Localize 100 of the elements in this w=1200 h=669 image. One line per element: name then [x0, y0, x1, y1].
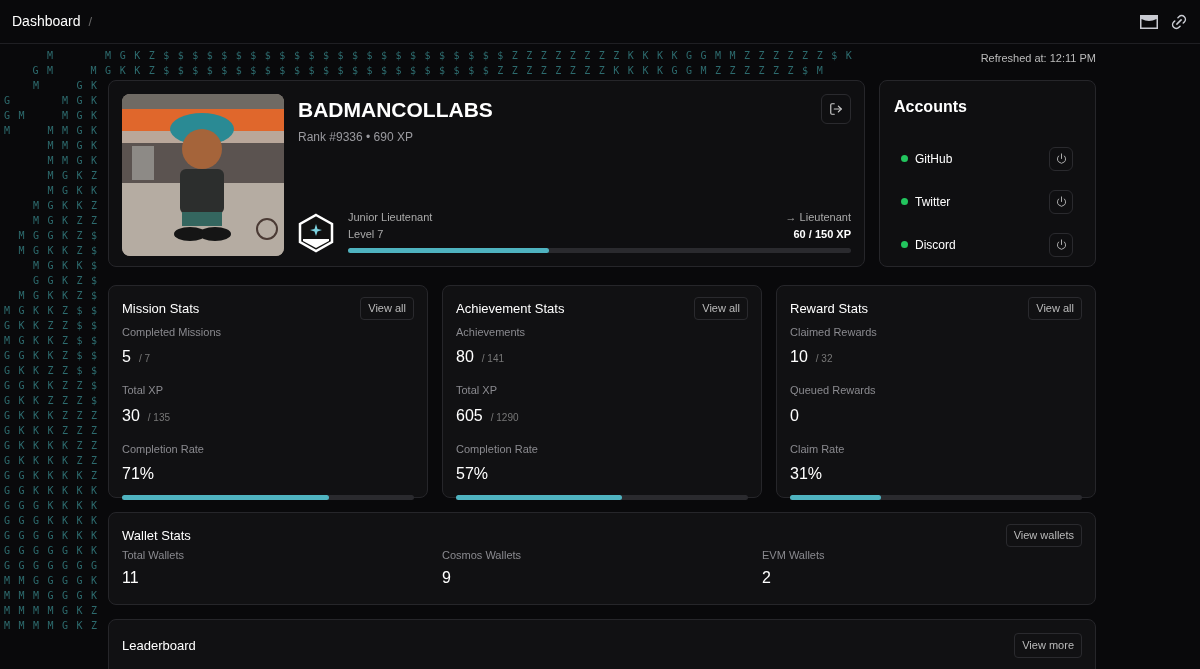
power-icon — [1055, 239, 1067, 250]
card-title: Reward Stats — [790, 299, 869, 318]
level-text: Level 7 — [348, 226, 385, 242]
card-title: Wallet Stats — [122, 526, 191, 545]
matrix-rain-text: MGKZZ — [32, 214, 106, 228]
view-more-button[interactable]: View more — [1014, 633, 1082, 658]
card-title: Mission Stats — [122, 299, 200, 318]
view-all-button[interactable]: View all — [360, 297, 414, 320]
matrix-rain-text: GGGGKKK — [3, 529, 106, 543]
matrix-rain-text: MGGKZ$ — [17, 229, 106, 243]
stat-label: EVM Wallets — [762, 547, 826, 563]
account-name: GitHub — [915, 150, 953, 168]
matrix-rain-text: GGKKZZ$ — [3, 379, 106, 393]
stat-total: / 141 — [481, 352, 505, 366]
matrix-rain-text: MGKK$ — [32, 259, 106, 273]
stat-value: 605 — [456, 405, 483, 426]
accounts-title: Accounts — [894, 97, 968, 117]
matrix-rain-text: GGGKKKK — [3, 499, 106, 513]
stat-label: Completed Missions — [122, 324, 223, 340]
stat-label: Total XP — [122, 383, 164, 398]
logout-button[interactable] — [821, 94, 851, 124]
matrix-rain-text: MGKK — [46, 184, 106, 198]
matrix-rain-text: MGKKZ$ — [17, 244, 106, 258]
rank-text: Rank #9336 • 690 XP — [298, 128, 414, 146]
account-name: Discord — [915, 236, 956, 254]
stat-value: 10 — [790, 347, 808, 367]
stat-total: / 135 — [147, 410, 171, 425]
matrix-rain-text: MMGK — [46, 139, 106, 153]
matrix-rain-text: GGKZ$ — [32, 274, 106, 288]
breadcrumb-link[interactable]: Dashboard — [12, 11, 81, 32]
matrix-rain-text: GKKKZZZ — [3, 409, 106, 423]
view-all-button[interactable]: View all — [694, 297, 748, 320]
stat-value: 30 — [122, 405, 140, 426]
stat-label: Completion Rate — [122, 441, 205, 457]
stat-value: 5 — [122, 347, 131, 367]
matrix-rain-text: G MGK — [3, 94, 106, 108]
card-title: Leaderboard — [122, 637, 196, 655]
matrix-rain-text: MMGGGGK — [3, 574, 106, 588]
matrix-rain-text: MMGK — [46, 154, 106, 168]
matrix-rain-text: GGGKKKK — [3, 514, 106, 528]
stat-total: / 1290 — [490, 410, 519, 425]
matrix-rain-text: MGKKZ$$ — [3, 334, 106, 348]
next-rank: → Lieutenant — [785, 210, 851, 225]
power-icon — [1055, 196, 1067, 207]
matrix-rain-text: MMMGGGK — [3, 589, 106, 603]
stat-value: 2 — [762, 568, 771, 588]
rank-badge-icon — [298, 213, 334, 253]
matrix-rain-text: M MGKZ$$$$$$$$$$$$$$$$$$$$$$$$ZZZZZZZZKKKKGGMMZZZZZZ$K — [46, 49, 861, 63]
matrix-rain-text: MMMMGKZ — [3, 604, 106, 618]
account-name: Twitter — [915, 193, 951, 211]
stat-value: 80 — [456, 347, 474, 367]
inbox-icon[interactable] — [1140, 14, 1158, 29]
matrix-rain-text: GGGGGGG — [3, 559, 106, 573]
matrix-rain-text: GGKKKKZ — [3, 469, 106, 483]
matrix-rain-text: GGKKZ$$ — [3, 349, 106, 363]
matrix-rain-text: GGKKKKK — [3, 484, 106, 498]
matrix-rain-text: GKKZZ$$ — [3, 319, 106, 333]
stat-total: / 32 — [815, 352, 833, 366]
stat-value: 9 — [442, 568, 451, 588]
view-all-button[interactable]: View all — [1028, 297, 1082, 320]
matrix-rain-text: GM MGK — [3, 109, 106, 123]
matrix-rain-text: MGKZ — [46, 169, 106, 183]
stat-value: 57% — [456, 464, 489, 484]
stat-label: Total Wallets — [122, 547, 185, 563]
stat-label: Claim Rate — [790, 441, 846, 457]
matrix-rain-text: GKKKKZZ — [3, 439, 106, 453]
matrix-rain-text: GKKZZ$$ — [3, 364, 106, 378]
view-wallets-button[interactable]: View wallets — [1005, 524, 1082, 547]
logout-icon — [829, 102, 843, 116]
refreshed-time: Refreshed at: 12:11 PM — [980, 51, 1096, 66]
stat-label: Cosmos Wallets — [442, 547, 523, 563]
matrix-rain-text: MGKKZ$ — [17, 289, 106, 303]
power-icon — [1055, 153, 1067, 164]
disconnect-button[interactable] — [1049, 189, 1073, 214]
disconnect-button[interactable] — [1049, 146, 1073, 171]
stat-value: 31% — [790, 464, 823, 484]
stat-label: Claimed Rewards — [790, 324, 878, 340]
matrix-rain-text: MMMMGKZ — [3, 619, 106, 633]
stat-value: 11 — [122, 568, 139, 588]
matrix-rain-text: GKKKKZZ — [3, 454, 106, 468]
stat-value: 71% — [122, 464, 155, 484]
stat-label: Completion Rate — [456, 441, 539, 457]
disconnect-button[interactable] — [1049, 232, 1073, 257]
matrix-rain-text: GGGGGKK — [3, 544, 106, 558]
xp-progress-text: 60 / 150 XP — [793, 226, 851, 242]
breadcrumb-separator: / — [88, 12, 93, 31]
rank-title: Junior Lieutenant — [348, 210, 433, 225]
matrix-rain-text: GKKKZZZ — [3, 424, 106, 438]
matrix-rain-text: GKKZZZ$ — [3, 394, 106, 408]
stat-label: Queued Rewards — [790, 383, 877, 398]
matrix-rain-text: M MMGK — [3, 124, 106, 138]
stat-label: Achievements — [456, 324, 527, 340]
stat-value: 0 — [790, 405, 799, 426]
matrix-rain-text: MGKKZ$$ — [3, 304, 106, 318]
matrix-rain-text: MGKKZ — [32, 199, 106, 213]
card-title: Achievement Stats — [456, 299, 565, 318]
matrix-rain-text: M GK — [32, 79, 106, 93]
stat-label: Total XP — [456, 383, 498, 398]
stat-total: / 7 — [138, 352, 151, 366]
username: BADMANCOLLABS — [298, 97, 493, 123]
